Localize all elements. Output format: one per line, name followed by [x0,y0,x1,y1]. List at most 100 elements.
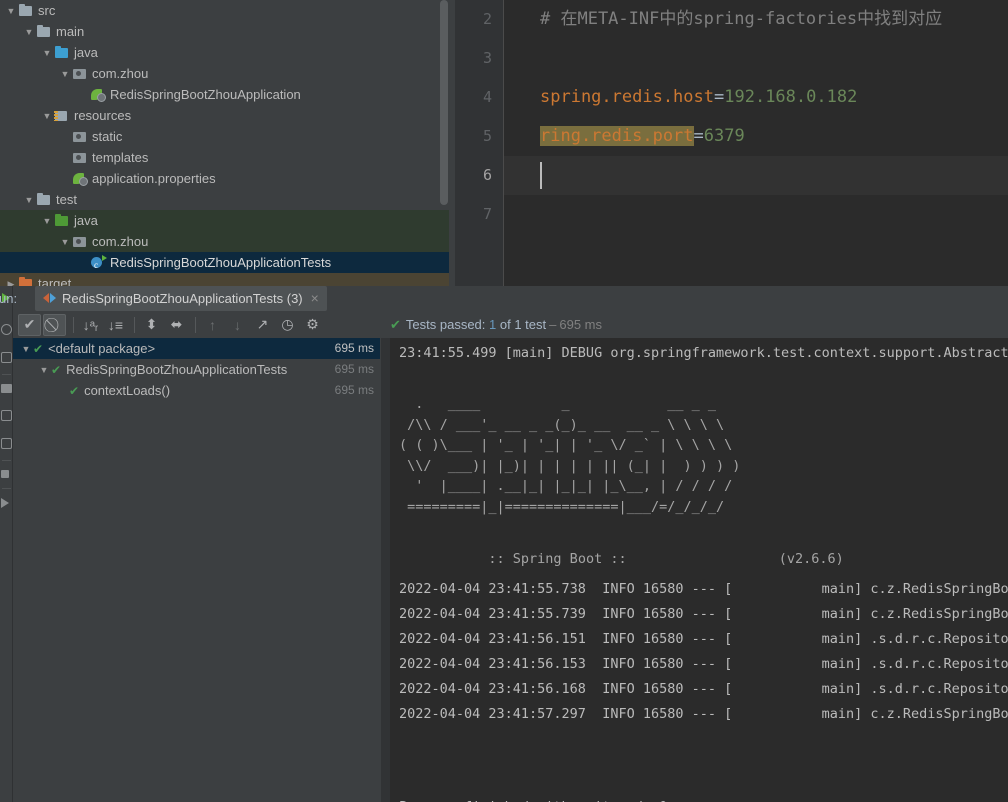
spring-banner-line: ' |____| .__|_| |_|_| |_\__, | / / / / [399,478,733,494]
chevron-down-icon[interactable]: ▼ [58,127,72,148]
chevron-down-icon[interactable]: ▼ [37,360,51,381]
chevron-down-icon[interactable]: ▼ [58,232,72,253]
project-tree-item-label: target [38,276,72,286]
build-icon[interactable] [1,410,12,421]
test-passed-icon: ✔ [51,363,62,377]
chevron-down-icon[interactable]: ▼ [40,43,54,64]
property-equals: = [693,126,704,146]
toolbar-separator [134,316,135,333]
hide-ignored-toggle-icon[interactable]: ⃠ [43,313,66,336]
console-output[interactable]: 23:41:55.499 [main] DEBUG org.springfram… [381,338,1008,802]
test-tree-row[interactable]: ▼ ✔ <default package> 695 ms [13,338,380,359]
chevron-right-icon[interactable]: ▶ [4,274,18,286]
services-icon[interactable] [1,470,9,478]
chevron-down-icon[interactable]: ▼ [58,64,72,85]
chevron-down-icon[interactable]: ▼ [22,22,36,43]
project-panel-scrollbar[interactable] [440,0,448,205]
run-tab-bar[interactable]: un: RedisSpringBootZhouApplicationTests … [0,286,1008,311]
tests-passed-label: Tests passed: [405,317,486,332]
chevron-down-icon[interactable]: ▼ [58,148,72,169]
code-line-property[interactable]: spring.redis.host=192.168.0.182 [504,78,1008,117]
problems-icon[interactable] [1,438,12,449]
chevron-down-icon[interactable]: ▼ [76,253,90,274]
chevron-down-icon[interactable]: ▼ [22,190,36,211]
structure-icon[interactable] [1,352,12,363]
run-tab[interactable]: RedisSpringBootZhouApplicationTests (3) … [35,286,327,311]
expand-all-icon[interactable]: ⬍ [140,314,163,336]
toolbar-separator [73,316,74,333]
project-tree-item[interactable]: ▼ test [0,189,449,210]
test-tree-row-label: contextLoads() [84,383,171,398]
spring-banner-line: ( ( )\___ | '_ | '_| | '_ \/ _` | \ \ \ … [399,437,733,453]
project-tree-item[interactable]: ▼ static [0,126,449,147]
test-settings-icon[interactable]: ⚙ [301,314,324,336]
test-tree-row[interactable]: ▼ ✔ RedisSpringBootZhouApplicationTests 695… [13,359,380,380]
project-tree-item[interactable]: ▼ java [0,42,449,63]
project-tree-item-label: test [56,192,77,207]
code-line-blank[interactable] [504,195,1008,234]
project-tree-item[interactable]: ▼ src [0,0,449,21]
chevron-down-icon[interactable]: ▼ [40,106,54,127]
test-tree-row[interactable]: ▼✔ contextLoads() 695 ms [13,380,380,401]
project-tree-item[interactable]: ▼ resources [0,105,449,126]
gutter-run-marker-icon [102,255,107,261]
project-tree-item[interactable]: ▼ com.zhou [0,231,449,252]
show-passed-toggle-icon[interactable]: ✔ [18,313,41,336]
console-spacer [399,765,1008,795]
folder-icon [18,4,34,17]
test-history-icon[interactable]: ◷ [276,314,299,336]
hide-panel-icon[interactable] [1,498,9,508]
text-caret [540,162,542,189]
export-test-results-icon[interactable]: ↗ [251,314,274,336]
code-content[interactable]: # 在META-INF中的spring-factories中找到对应 sprin… [504,0,1008,286]
test-passed-icon: ✔ [69,384,80,398]
editor-area[interactable]: 2 3 4 5 6 7 # 在META-INF中的spring-factorie… [455,0,1008,286]
package-icon [72,130,88,143]
spring-boot-label: :: Spring Boot :: [480,551,635,567]
code-line-current[interactable] [504,156,1008,195]
project-tool-window[interactable]: ▼src▼main▼java▼com.zhou▼RedisSpringBootZ… [0,0,449,286]
sort-by-duration-icon[interactable]: ↓≡ [104,314,127,336]
next-failed-test-icon[interactable]: ↓ [226,314,249,336]
chevron-down-icon[interactable]: ▼ [40,211,54,232]
chevron-down-icon[interactable]: ▼ [76,85,90,106]
code-line-comment[interactable]: # 在META-INF中的spring-factories中找到对应 [504,0,1008,39]
status-check-icon: ✔ [390,316,401,332]
previous-failed-test-icon[interactable]: ↑ [201,314,224,336]
test-results-tree[interactable]: ▼ ✔ <default package> 695 ms ▼ ✔ RedisSpringBo… [13,338,380,802]
project-tree-item[interactable]: ▶ target [0,273,449,286]
editor-gutter[interactable]: 2 3 4 5 6 7 [455,0,503,286]
package-icon [72,235,88,248]
test-duration: 695 ms [334,383,374,397]
console-text[interactable]: 23:41:55.499 [main] DEBUG org.springfram… [390,338,1008,802]
collapse-all-icon[interactable]: ⬌ [165,314,188,336]
chevron-down-icon[interactable]: ▼ [19,339,33,360]
code-line-blank[interactable] [504,39,1008,78]
close-tab-icon[interactable]: × [311,286,319,311]
chevron-down-icon[interactable]: ▼ [4,1,18,22]
line-number: 2 [482,10,492,28]
strip-separator [2,488,11,489]
project-tree-item-label: java [74,45,98,60]
property-equals: = [714,87,725,107]
project-tree-item[interactable]: ▼ java [0,210,449,231]
project-tree-item[interactable]: ▼ templates [0,147,449,168]
test-runner-toolbar[interactable]: ✔⃠ ↓ᵃᵣ↓≡ ⬍⬌ ↑↓↗◷⚙ [13,311,383,338]
terminal-icon[interactable] [1,384,12,393]
project-tree-item[interactable]: ▼ application.properties [0,168,449,189]
sort-alphabetically-icon[interactable]: ↓ᵃᵣ [79,314,102,336]
test-duration: 695 ms [334,341,374,355]
left-tool-strip[interactable] [0,286,13,802]
chevron-down-icon[interactable]: ▼ [58,169,72,190]
project-tree-item[interactable]: ▼ RedisSpringBootZhouApplicationTests [0,252,449,276]
project-tree-item-label: templates [92,150,149,165]
project-tree-item[interactable]: ▼ main [0,21,449,42]
project-tree-item[interactable]: ▼ com.zhou [0,63,449,84]
property-value: 192.168.0.182 [724,87,858,107]
code-line-property-highlighted[interactable]: ring.redis.port=6379 [504,117,1008,156]
project-tree[interactable]: ▼src▼main▼java▼com.zhou▼RedisSpringBootZ… [0,0,449,286]
property-key: spring.redis.host [540,87,714,107]
chevron-down-icon[interactable]: ▼ [55,381,69,402]
project-tree-item[interactable]: ▼ RedisSpringBootZhouApplication [0,84,449,105]
debug-icon[interactable] [1,324,12,335]
